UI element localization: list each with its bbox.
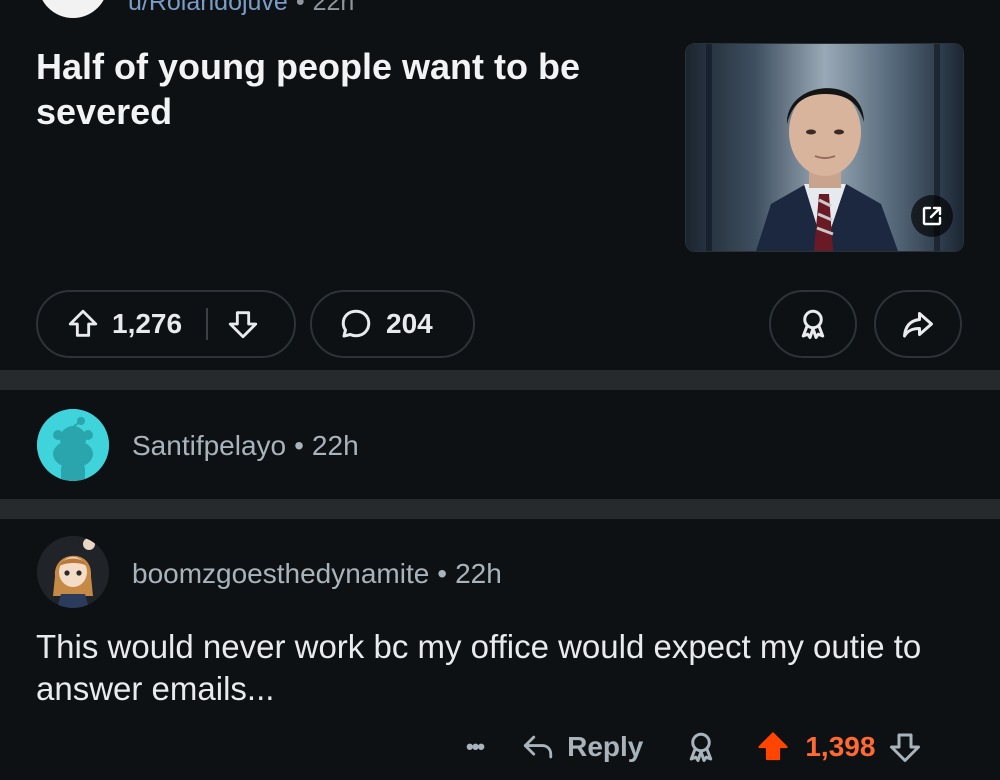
meta-separator: • bbox=[294, 430, 304, 461]
downvote-icon bbox=[890, 733, 921, 762]
section-divider bbox=[0, 370, 1000, 390]
post-time: 22h bbox=[312, 0, 355, 16]
custom-avatar-icon bbox=[37, 536, 109, 608]
downvote-button[interactable] bbox=[226, 307, 260, 341]
reply-label: Reply bbox=[567, 731, 644, 762]
comment-bubble-icon bbox=[341, 309, 371, 338]
meta-separator: • bbox=[437, 558, 448, 589]
post-vote-group: 1,276 bbox=[36, 290, 296, 358]
post-thumbnail[interactable] bbox=[685, 43, 964, 252]
comment-score: 1,398 bbox=[805, 731, 876, 762]
downvote-button[interactable] bbox=[887, 729, 923, 765]
comment-avatar[interactable] bbox=[37, 409, 109, 481]
reply-button[interactable]: Reply bbox=[521, 730, 643, 764]
comment-time: 22h bbox=[455, 558, 502, 589]
share-button[interactable] bbox=[874, 290, 962, 358]
upvote-button[interactable] bbox=[755, 729, 791, 765]
external-link-icon bbox=[922, 206, 942, 226]
comment-count: 204 bbox=[386, 308, 433, 339]
reply-icon bbox=[523, 735, 553, 759]
comments-button[interactable]: 204 bbox=[310, 290, 475, 358]
upvote-icon bbox=[68, 309, 98, 337]
post-score: 1,276 bbox=[112, 308, 183, 339]
vote-separator bbox=[206, 308, 209, 340]
section-divider bbox=[0, 499, 1000, 519]
comment-time: 22h bbox=[311, 430, 359, 461]
downvote-icon bbox=[228, 311, 258, 339]
post-author-avatar[interactable] bbox=[38, 0, 108, 18]
meta-separator: • bbox=[295, 0, 305, 16]
post-author-link[interactable]: u/Rolandojuve bbox=[128, 0, 288, 16]
share-icon bbox=[903, 312, 933, 338]
award-button[interactable] bbox=[683, 729, 719, 765]
award-button[interactable] bbox=[769, 290, 857, 358]
comment-username[interactable]: Santifpelayo bbox=[132, 430, 286, 461]
award-icon bbox=[801, 309, 825, 339]
post-meta: u/Rolandojuve • 22h bbox=[128, 0, 354, 17]
upvote-button[interactable] bbox=[66, 307, 100, 341]
snoo-avatar-icon bbox=[37, 409, 109, 481]
comment-avatar[interactable] bbox=[37, 536, 109, 608]
post-title[interactable]: Half of young people want to be severed bbox=[36, 44, 656, 134]
comment-meta: boomzgoesthedynamite • 22h bbox=[132, 558, 502, 590]
upvote-filled-icon bbox=[758, 732, 788, 761]
comment-username[interactable]: boomzgoesthedynamite bbox=[132, 558, 429, 589]
comment-meta: Santifpelayo • 22h bbox=[132, 430, 359, 462]
award-icon bbox=[690, 732, 713, 762]
more-options-button[interactable]: ••• bbox=[466, 734, 485, 760]
open-link-button[interactable] bbox=[911, 195, 953, 237]
comment-actions: ••• Reply 1,398 bbox=[466, 725, 923, 769]
comment-body: This would never work bc my office would… bbox=[36, 628, 922, 707]
